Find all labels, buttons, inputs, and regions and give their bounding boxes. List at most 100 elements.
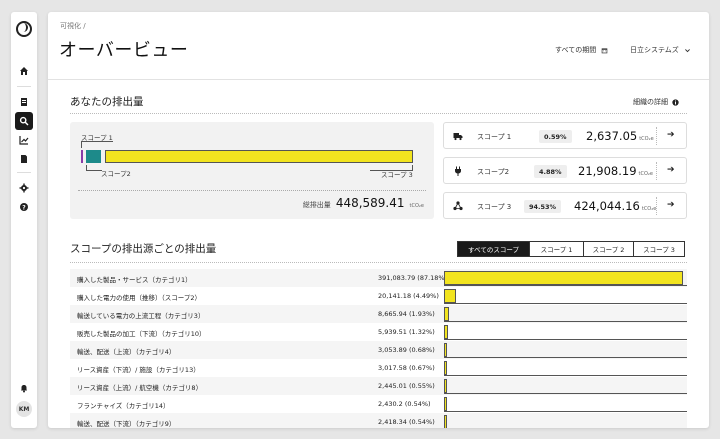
sidebar-divider — [17, 86, 31, 87]
arrow-right-icon[interactable]: ➔ — [667, 165, 675, 175]
scope2-card-name: スコープ2 — [477, 168, 510, 176]
row-label: フランチャイズ（カテゴリ14） — [77, 402, 170, 410]
row-bar-baseline — [444, 321, 687, 322]
calendar-icon — [601, 47, 608, 53]
company-selector[interactable]: 日立システムズ — [630, 45, 691, 55]
tab-all-scopes[interactable]: すべてのスコープ — [457, 241, 530, 257]
row-bar-baseline — [444, 411, 687, 412]
row-bar[interactable] — [444, 361, 447, 375]
row-bar[interactable] — [444, 307, 449, 321]
scope2-value-text: 21,908.19 — [578, 164, 637, 178]
scope1-card-value: 2,637.05 tCO₂e — [586, 129, 654, 143]
scope1-card[interactable]: スコープ 1 0.59% 2,637.05 tCO₂e ➔ — [443, 122, 687, 149]
row-label: リース資産（下流）/ 施設（カテゴリ13） — [77, 366, 200, 374]
tab-scope3[interactable]: スコープ 3 — [633, 241, 685, 257]
row-value: 5,939.51 (1.32%) — [378, 328, 435, 336]
row-label: 購入した製品・サービス（カテゴリ1） — [77, 276, 192, 284]
row-bar[interactable] — [444, 271, 683, 285]
report-icon[interactable] — [15, 150, 33, 168]
org-detail-link[interactable]: 細織の詳細 — [633, 97, 679, 107]
tab-scope1[interactable]: スコープ 1 — [529, 241, 584, 257]
arrow-right-icon[interactable]: ➔ — [667, 200, 675, 210]
scope2-card-pct: 4.88% — [534, 165, 567, 178]
scope3-card[interactable]: スコープ 3 94.53% 424,044.16 tCO₂e ➔ — [443, 192, 687, 219]
tab-scope2[interactable]: スコープ 2 — [583, 241, 634, 257]
table-row[interactable]: 輸送、配送（下流）（カテゴリ9） 2,418.34 (0.54%) — [70, 413, 687, 428]
period-selector[interactable]: すべての期間 — [555, 45, 608, 55]
scope3-card-pct: 94.53% — [524, 200, 562, 213]
row-bar-area — [444, 359, 687, 377]
emissions-section-title: あなたの排出量 — [70, 96, 144, 108]
total-emissions: 総排出量 448,589.41 tCO₂e — [303, 196, 424, 210]
row-bar-area — [444, 413, 687, 428]
gear-icon[interactable] — [15, 179, 33, 197]
chart-icon[interactable] — [15, 131, 33, 149]
row-bar[interactable] — [444, 415, 447, 428]
help-icon[interactable]: ? — [15, 198, 33, 216]
sources-table: 購入した製品・サービス（カテゴリ1） 391,083.79 (87.18%) 購入し… — [70, 269, 687, 428]
row-label: 購入した電力の使用（推移）（スコープ2） — [77, 294, 201, 302]
scope1-unit: tCO₂e — [639, 136, 654, 142]
row-bar[interactable] — [444, 343, 447, 357]
page-title: オーバービュー — [59, 40, 189, 61]
table-row[interactable]: フランチャイズ（カテゴリ14） 2,430.2 (0.54%) — [70, 395, 687, 413]
row-bar[interactable] — [444, 325, 448, 339]
row-bar-baseline — [444, 357, 687, 358]
sidebar: ? KM — [11, 12, 37, 428]
scope3-unit: tCO₂e — [641, 206, 657, 212]
scope3-card-value: 424,044.16 tCO₂e — [574, 199, 656, 213]
total-label: 総排出量 — [302, 201, 331, 209]
scope1-value-text: 2,637.05 — [586, 129, 638, 143]
scope3-card-name: スコープ 3 — [477, 203, 512, 211]
avatar[interactable]: KM — [16, 401, 32, 417]
scope1-card-pct: 0.59% — [539, 130, 572, 143]
table-row[interactable]: 購入した製品・サービス（カテゴリ1） 391,083.79 (87.18%) — [70, 269, 687, 287]
row-value: 3,053.89 (0.68%) — [378, 346, 435, 354]
header-divider — [48, 79, 709, 80]
truck-icon — [453, 133, 463, 141]
scope3-label: スコープ 3 — [381, 171, 413, 179]
data-entry-icon[interactable] — [15, 93, 33, 111]
row-label: 販売した製品の加工（下流）（カテゴリ10） — [77, 330, 206, 338]
table-row[interactable]: リース資産（上流）/ 航空機（カテゴリ8） 2,445.01 (0.55%) — [70, 377, 687, 395]
row-bar[interactable] — [444, 289, 456, 303]
breadcrumb[interactable]: 可視化 / — [60, 21, 86, 31]
app-logo-icon[interactable] — [16, 21, 32, 37]
home-icon[interactable] — [15, 62, 33, 80]
row-bar-area — [444, 341, 687, 359]
row-bar-baseline — [444, 339, 687, 340]
row-value: 2,418.34 (0.54%) — [378, 418, 435, 426]
row-label: 輸送している電力の上流工程（カテゴリ3） — [77, 312, 205, 320]
card-separator — [656, 197, 657, 215]
table-row[interactable]: リース資産（下流）/ 施設（カテゴリ13） 3,017.58 (0.67%) — [70, 359, 687, 377]
org-detail-label: 細織の詳細 — [633, 98, 668, 106]
search-icon[interactable] — [15, 112, 33, 130]
scope1-bar[interactable] — [81, 150, 83, 163]
bell-icon[interactable] — [15, 379, 33, 397]
row-bar-baseline — [444, 285, 687, 286]
row-value: 391,083.79 (87.18%) — [378, 274, 448, 282]
table-row[interactable]: 販売した製品の加工（下流）（カテゴリ10） 5,939.51 (1.32%) — [70, 323, 687, 341]
row-value: 20,141.18 (4.49%) — [378, 292, 439, 300]
arrow-right-icon[interactable]: ➔ — [667, 130, 675, 140]
card-separator — [656, 127, 657, 145]
row-bar[interactable] — [444, 379, 447, 393]
table-row[interactable]: 購入した電力の使用（推移）（スコープ2） 20,141.18 (4.49%) — [70, 287, 687, 305]
row-value: 2,430.2 (0.54%) — [378, 400, 431, 408]
scope1-bracket — [81, 141, 113, 148]
table-row[interactable]: 輸送している電力の上流工程（カテゴリ3） 8,665.94 (1.93%) — [70, 305, 687, 323]
table-row[interactable]: 輸送、配送（上流）（カテゴリ4） 3,053.89 (0.68%) — [70, 341, 687, 359]
row-bar-area — [444, 323, 687, 341]
section-divider — [70, 262, 687, 263]
scope2-bar[interactable] — [86, 150, 101, 163]
row-bar-area — [444, 305, 687, 323]
row-bar-baseline — [444, 303, 687, 304]
main-panel: 可視化 / オーバービュー すべての期間 日立システムズ あなたの排出量 細織の… — [48, 12, 709, 428]
scope2-card-value: 21,908.19 tCO₂e — [578, 164, 653, 178]
row-bar[interactable] — [444, 397, 447, 411]
sources-section-title: スコープの排出源ごとの排出量 — [70, 243, 217, 255]
scope2-card[interactable]: スコープ2 4.88% 21,908.19 tCO₂e ➔ — [443, 157, 687, 184]
scope2-label: スコープ2 — [101, 170, 131, 178]
svg-text:?: ? — [22, 204, 26, 211]
scope3-bar[interactable] — [105, 150, 413, 163]
